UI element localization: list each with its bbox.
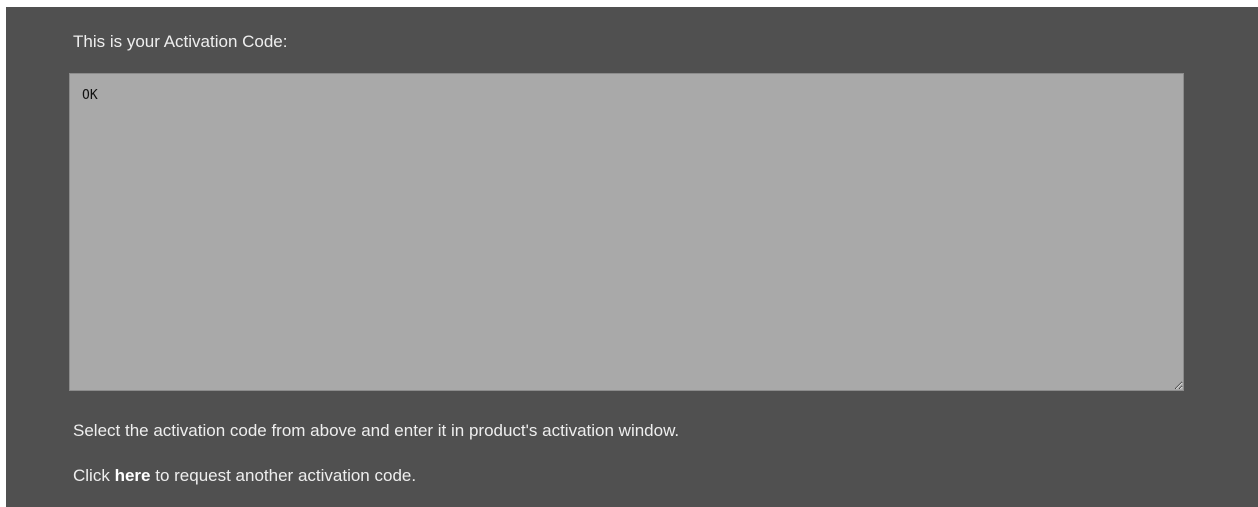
activation-code-textarea[interactable]: OK	[69, 73, 1184, 391]
request-suffix-text: to request another activation code.	[155, 466, 417, 485]
activation-panel: This is your Activation Code: OK Select …	[6, 7, 1258, 507]
request-prefix-text: Click	[73, 466, 110, 485]
request-another-code-line: Click here to request another activation…	[73, 466, 416, 486]
activation-heading: This is your Activation Code:	[73, 32, 288, 51]
activation-instructions: Select the activation code from above an…	[73, 421, 680, 440]
request-code-link[interactable]: here	[115, 466, 151, 485]
